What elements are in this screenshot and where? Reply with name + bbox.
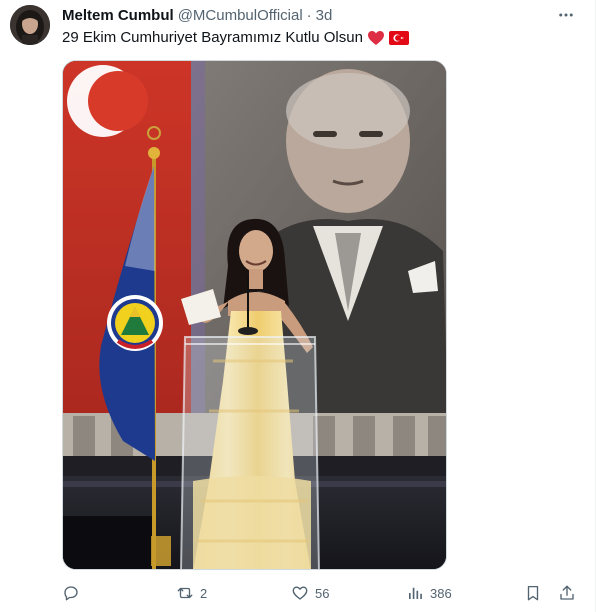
avatar-image bbox=[10, 5, 50, 45]
tweet-actions-bar: 2 56 386 bbox=[62, 582, 582, 604]
tweet-photo[interactable] bbox=[62, 60, 447, 570]
separator-dot: · bbox=[306, 7, 312, 24]
retweet-count: 2 bbox=[200, 585, 208, 601]
avatar[interactable] bbox=[10, 5, 50, 45]
views-count: 386 bbox=[430, 585, 452, 601]
retweet-icon bbox=[177, 587, 193, 599]
red-heart-icon bbox=[367, 31, 384, 45]
reply-icon bbox=[64, 586, 78, 601]
tweet-text-content: 29 Ekim Cumhuriyet Bayramımız Kutlu Olsu… bbox=[62, 29, 363, 46]
author-name[interactable]: Meltem Cumbul bbox=[62, 7, 174, 25]
tweet-card[interactable]: Meltem Cumbul @MCumbulOfficial · 3d 29 E… bbox=[0, 0, 596, 612]
like-count: 56 bbox=[315, 585, 330, 601]
reply-button[interactable] bbox=[62, 582, 86, 604]
bookmark-icon bbox=[527, 585, 539, 601]
like-button[interactable]: 56 bbox=[291, 582, 329, 604]
tweet-header: Meltem Cumbul @MCumbulOfficial · 3d bbox=[62, 7, 332, 25]
tweet-timestamp[interactable]: 3d bbox=[316, 7, 333, 25]
share-icon bbox=[560, 585, 574, 600]
share-button[interactable] bbox=[558, 582, 576, 604]
bookmark-button[interactable] bbox=[524, 582, 542, 604]
views-button[interactable]: 386 bbox=[406, 582, 452, 604]
author-handle[interactable]: @MCumbulOfficial bbox=[178, 7, 303, 25]
analytics-icon bbox=[409, 587, 422, 599]
turkey-flag-icon bbox=[388, 31, 409, 45]
tweet-text: 29 Ekim Cumhuriyet Bayramımız Kutlu Olsu… bbox=[62, 28, 409, 48]
more-options-button[interactable] bbox=[555, 6, 577, 24]
photo-image bbox=[63, 61, 446, 569]
retweet-button[interactable]: 2 bbox=[176, 582, 207, 604]
more-icon bbox=[559, 13, 573, 17]
heart-icon bbox=[292, 586, 308, 600]
